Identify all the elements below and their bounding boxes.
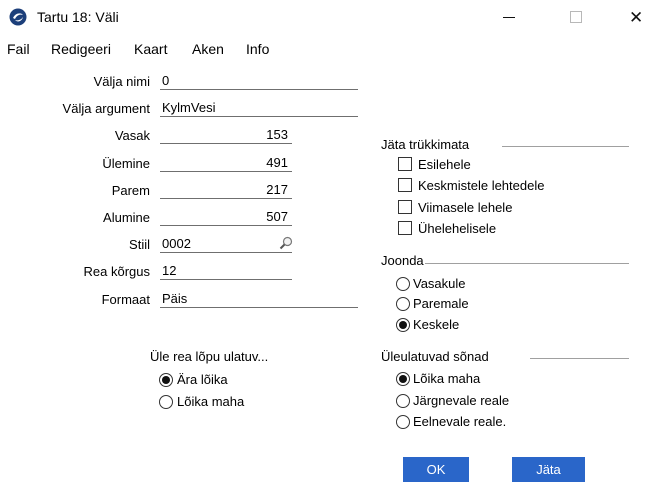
alumine-field[interactable]: 507 [160, 208, 292, 226]
jata-trukkimata-title: Jäta trükkimata [381, 137, 470, 152]
menu-info[interactable]: Info [246, 41, 269, 57]
keskmistele-lehtedele-label: Keskmistele lehtedele [418, 178, 545, 193]
esilehele-checkbox[interactable] [398, 157, 412, 171]
ara-loika-radio[interactable] [159, 373, 173, 387]
eelnevale-reale-radio[interactable] [396, 415, 410, 429]
label-valja-argument: Välja argument [62, 101, 150, 116]
ule-rea-title: Üle rea lõpu ulatuv... [150, 349, 269, 364]
cancel-button[interactable]: Jäta [512, 457, 585, 482]
paremale-label: Paremale [413, 296, 469, 311]
close-icon: ✕ [629, 8, 644, 27]
vasakule-radio[interactable] [396, 277, 410, 291]
app-logo-icon [9, 8, 27, 26]
paremale-radio[interactable] [396, 297, 410, 311]
loika-maha-words-label: Lõika maha [413, 371, 481, 386]
label-ulemine: Ülemine [102, 156, 150, 171]
eelnevale-reale-label: Eelnevale reale. [413, 414, 507, 429]
label-parem: Parem [111, 183, 150, 198]
group-divider [502, 146, 629, 147]
maximize-button[interactable] [553, 0, 599, 34]
loika-maha-radio[interactable] [159, 395, 173, 409]
loika-maha-words-radio[interactable] [396, 372, 410, 386]
viimasele-lehele-checkbox[interactable] [398, 200, 412, 214]
uhelehelisele-checkbox[interactable] [398, 221, 412, 235]
group-divider [425, 263, 629, 264]
close-button[interactable]: ✕ [612, 0, 658, 34]
valja-argument-field[interactable]: KylmVesi [160, 99, 358, 117]
uhelehelisele-label: Ühelehelisele [418, 221, 497, 236]
jargnevale-reale-radio[interactable] [396, 394, 410, 408]
label-valja-nimi: Välja nimi [93, 74, 150, 89]
rea-korgus-field[interactable]: 12 [160, 262, 292, 280]
keskele-label: Keskele [413, 317, 460, 332]
joonda-title: Joonda [381, 253, 424, 268]
keskmistele-lehtedele-checkbox[interactable] [398, 178, 412, 192]
valja-nimi-field[interactable]: 0 [160, 72, 358, 90]
parem-field[interactable]: 217 [160, 181, 292, 199]
label-rea-korgus: Rea kõrgus [83, 264, 150, 279]
ara-loika-label: Ära lõika [177, 372, 228, 387]
menu-kaart[interactable]: Kaart [134, 41, 167, 57]
menu-aken[interactable]: Aken [192, 41, 224, 57]
viimasele-lehele-label: Viimasele lehele [418, 200, 513, 215]
minimize-button[interactable] [485, 0, 531, 34]
ok-button[interactable]: OK [403, 457, 469, 482]
vasakule-label: Vasakule [413, 276, 466, 291]
label-alumine: Alumine [103, 210, 150, 225]
esilehele-label: Esilehele [418, 157, 471, 172]
jargnevale-reale-label: Järgnevale reale [413, 393, 510, 408]
keskele-radio[interactable] [396, 318, 410, 332]
menu-fail[interactable]: Fail [7, 41, 30, 57]
menu-redigeeri[interactable]: Redigeeri [51, 41, 111, 57]
menu-bar: Fail Redigeeri Kaart Aken Info [0, 38, 669, 60]
label-vasak: Vasak [114, 128, 150, 143]
group-divider [530, 358, 629, 359]
stiil-field[interactable]: 0002 [160, 235, 292, 253]
vasak-field[interactable]: 153 [160, 126, 292, 144]
label-stiil: Stiil [129, 237, 150, 252]
label-formaat: Formaat [101, 292, 150, 307]
title-bar: Tartu 18: Väli ✕ [0, 0, 669, 34]
uleulatuvad-title: Üleulatuvad sõnad [381, 349, 489, 364]
window-title: Tartu 18: Väli [37, 9, 119, 25]
search-icon[interactable] [279, 236, 293, 250]
formaat-field[interactable]: Päis [160, 290, 358, 308]
ulemine-field[interactable]: 491 [160, 154, 292, 172]
loika-maha-label: Lõika maha [177, 394, 245, 409]
